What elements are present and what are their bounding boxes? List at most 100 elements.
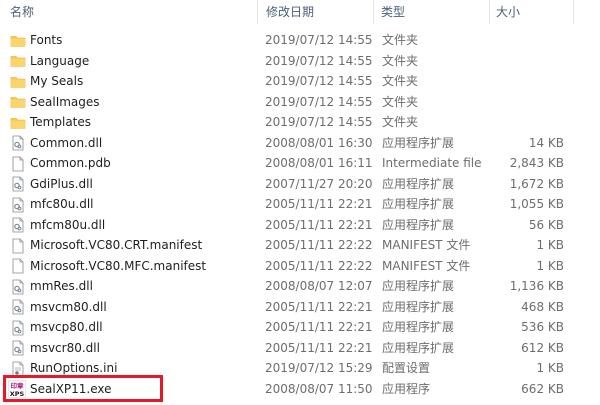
- column-header-size[interactable]: 大小: [496, 0, 576, 24]
- column-header-date[interactable]: 修改日期: [266, 0, 376, 24]
- file-name: Microsoft.VC80.CRT.manifest: [30, 238, 203, 252]
- dll-file-icon: [10, 279, 26, 295]
- file-type: MANIFEST 文件: [382, 258, 471, 273]
- file-size: 56 KB: [528, 217, 564, 232]
- file-type: 文件夹: [382, 94, 419, 109]
- file-row[interactable]: Microsoft.VC80.MFC.manifest 2005/11/11 22…: [0, 256, 600, 277]
- file-name: Fonts: [30, 33, 63, 47]
- file-date: 2005/11/11 22:21: [265, 217, 373, 232]
- file-size: 1,055 KB: [509, 197, 564, 211]
- dll-file-icon: [10, 197, 26, 213]
- column-header-type-label: 类型: [381, 5, 406, 19]
- file-type: 应用程序扩展: [382, 197, 455, 211]
- file-date: 2019/07/12 14:55: [265, 53, 373, 68]
- file-size: 14 KB: [528, 135, 564, 150]
- file-type: 应用程序: [382, 381, 431, 396]
- file-type: 应用程序扩展: [382, 135, 455, 150]
- folder-icon: [10, 74, 26, 90]
- file-row[interactable]: Language 2019/07/12 14:55 文件夹: [0, 51, 600, 72]
- file-date: 2019/07/12 14:55: [265, 74, 373, 88]
- file-size: 468 KB: [521, 299, 564, 314]
- column-header-bar: 名称 ^ 修改日期 类型 大小: [0, 0, 600, 24]
- file-name: Templates: [30, 115, 92, 129]
- file-name: mfc80u.dll: [30, 197, 94, 211]
- file-name: GdiPlus.dll: [30, 176, 93, 191]
- file-size: 1 KB: [536, 238, 564, 252]
- file-row[interactable]: mmRes.dll 2008/08/07 12:07 应用程序扩展 1,136 KB: [0, 276, 600, 297]
- file-name: Common.pdb: [30, 156, 111, 170]
- file-date: 2007/11/27 20:20: [265, 176, 373, 191]
- file-date: 2019/07/12 14:55: [265, 33, 373, 47]
- file-name: Microsoft.VC80.MFC.manifest: [30, 258, 207, 273]
- column-divider[interactable]: [373, 0, 374, 24]
- file-name: msvcp80.dll: [30, 320, 103, 334]
- file-name: msvcm80.dll: [30, 299, 107, 314]
- file-date: 2008/08/01 16:11: [265, 156, 373, 170]
- file-size: 1 KB: [536, 361, 564, 375]
- file-size: 536 KB: [521, 320, 564, 334]
- folder-icon: [10, 53, 26, 69]
- file-date: 2005/11/11 22:22: [265, 258, 373, 273]
- folder-icon: [10, 115, 26, 131]
- file-size: 2,843 KB: [509, 156, 564, 170]
- file-row[interactable]: Common.dll 2008/08/01 16:30 应用程序扩展 14 KB: [0, 133, 600, 154]
- file-type: 文件夹: [382, 33, 419, 47]
- column-header-name-label: 名称: [10, 5, 35, 19]
- file-row[interactable]: SealImages 2019/07/12 14:55 文件夹: [0, 92, 600, 113]
- file-row[interactable]: mfc80u.dll 2005/11/11 22:21 应用程序扩展 1,055 KB: [0, 194, 600, 215]
- file-row[interactable]: My Seals 2019/07/12 14:55 文件夹: [0, 71, 600, 92]
- file-list: Fonts 2019/07/12 14:55 文件夹 Language 2019/07/…: [0, 30, 600, 399]
- file-row[interactable]: Common.pdb 2008/08/01 16:11 Intermediate f…: [0, 153, 600, 174]
- column-header-name[interactable]: 名称: [10, 0, 255, 24]
- file-size: 1 KB: [536, 258, 564, 273]
- column-header-type[interactable]: 类型: [381, 0, 491, 24]
- file-row[interactable]: mfcm80u.dll 2005/11/11 22:21 应用程序扩展 56 KB: [0, 215, 600, 236]
- document-file-icon: [10, 238, 26, 254]
- file-size: 662 KB: [521, 381, 564, 396]
- file-type: 应用程序扩展: [382, 176, 455, 191]
- file-type: 应用程序扩展: [382, 217, 455, 232]
- dll-file-icon: [10, 340, 26, 356]
- file-name: Common.dll: [30, 135, 103, 150]
- file-name: mmRes.dll: [30, 279, 93, 293]
- file-row[interactable]: Fonts 2019/07/12 14:55 文件夹: [0, 30, 600, 51]
- file-row[interactable]: GdiPlus.dll 2007/11/27 20:20 应用程序扩展 1,672 K…: [0, 174, 600, 195]
- file-date: 2019/07/12 14:55: [265, 94, 373, 109]
- file-type: Intermediate file: [382, 156, 482, 170]
- file-row[interactable]: Templates 2019/07/12 14:55 文件夹: [0, 112, 600, 133]
- file-date: 2005/11/11 22:21: [265, 320, 373, 334]
- file-row[interactable]: msvcm80.dll 2005/11/11 22:21 应用程序扩展 468 KB: [0, 297, 600, 318]
- file-type: 文件夹: [382, 74, 419, 88]
- dll-file-icon: [10, 217, 26, 233]
- file-date: 2005/11/11 22:21: [265, 299, 373, 314]
- folder-icon: [10, 33, 26, 49]
- file-type: 文件夹: [382, 53, 419, 68]
- file-type: MANIFEST 文件: [382, 238, 471, 252]
- column-header-size-label: 大小: [496, 5, 521, 19]
- file-date: 2008/08/07 11:50: [265, 381, 373, 396]
- file-date: 2005/11/11 22:22: [265, 238, 373, 252]
- column-header-date-label: 修改日期: [266, 5, 315, 19]
- file-date: 2019/07/12 15:29: [265, 361, 373, 375]
- document-file-icon: [10, 258, 26, 274]
- file-name: msvcr80.dll: [30, 340, 100, 355]
- column-divider[interactable]: [489, 0, 490, 24]
- file-type: 配置设置: [382, 361, 431, 375]
- file-type: 应用程序扩展: [382, 340, 455, 355]
- file-date: 2005/11/11 22:21: [265, 197, 373, 211]
- file-size: 1,672 KB: [509, 176, 564, 191]
- file-row[interactable]: Microsoft.VC80.CRT.manifest 2005/11/11 22…: [0, 235, 600, 256]
- file-name: mfcm80u.dll: [30, 217, 106, 232]
- dll-file-icon: [10, 299, 26, 315]
- column-divider[interactable]: [257, 0, 258, 24]
- file-row[interactable]: msvcp80.dll 2005/11/11 22:21 应用程序扩展 536 KB: [0, 317, 600, 338]
- column-divider[interactable]: [573, 0, 574, 24]
- file-date: 2005/11/11 22:21: [265, 340, 373, 355]
- file-date: 2008/08/01 16:30: [265, 135, 373, 150]
- file-type: 文件夹: [382, 115, 419, 129]
- file-date: 2008/08/07 12:07: [265, 279, 373, 293]
- document-file-icon: [10, 156, 26, 172]
- file-row[interactable]: msvcr80.dll 2005/11/11 22:21 应用程序扩展 612 KB: [0, 338, 600, 359]
- file-size: 612 KB: [521, 340, 564, 355]
- file-name: Language: [30, 53, 90, 68]
